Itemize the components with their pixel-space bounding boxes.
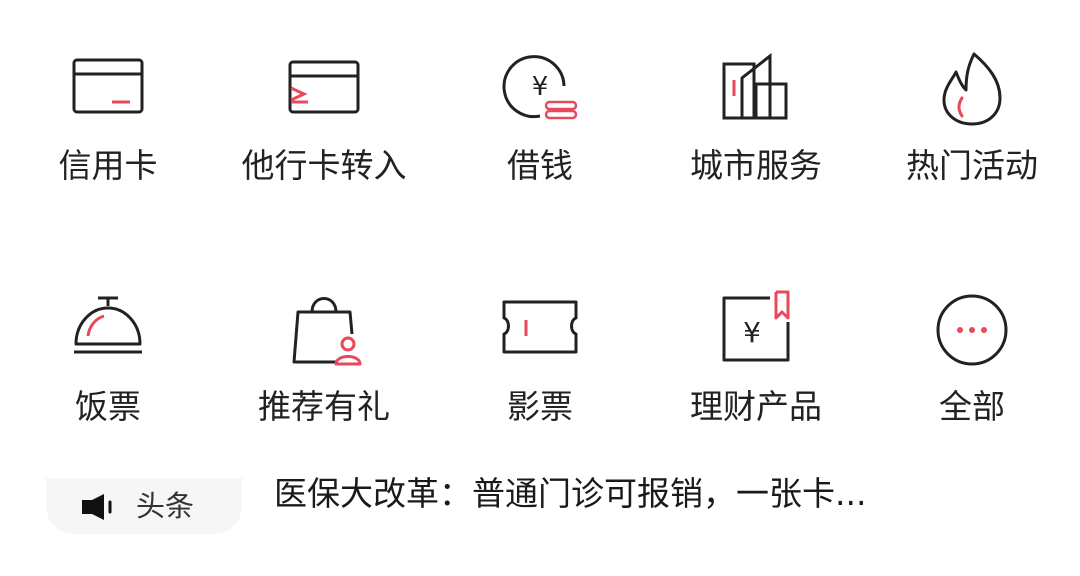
- headline-tag-pill[interactable]: 头条: [46, 478, 242, 534]
- headline-text[interactable]: 医保大改革：普通门诊可报销，一张卡...: [274, 472, 1024, 516]
- service-wealth-products[interactable]: ¥ 理财产品: [648, 0, 864, 426]
- service-referral-gift[interactable]: 推荐有礼: [216, 0, 432, 426]
- service-movie-ticket[interactable]: 影票: [432, 0, 648, 426]
- yuan-bookmark-icon: ¥: [706, 284, 806, 368]
- headline-tag-label: 头条: [136, 489, 195, 523]
- more-dots-icon: [922, 284, 1022, 368]
- service-label: 全部: [939, 387, 1005, 426]
- service-meal-ticket[interactable]: 饭票: [0, 0, 216, 426]
- service-label: 影票: [507, 387, 573, 426]
- svg-text:¥: ¥: [743, 316, 761, 349]
- service-label: 饭票: [75, 387, 141, 426]
- speaker-icon: [80, 494, 120, 520]
- news-headline-bar: 头条 医保大改革：普通门诊可报销，一张卡...: [0, 450, 1080, 540]
- service-label: 理财产品: [690, 387, 822, 426]
- movie-ticket-icon: [490, 284, 590, 368]
- food-cloche-icon: [58, 284, 158, 368]
- service-label: 推荐有礼: [258, 387, 390, 426]
- service-all[interactable]: 全部: [864, 0, 1080, 426]
- shopping-bag-user-icon: [274, 284, 374, 368]
